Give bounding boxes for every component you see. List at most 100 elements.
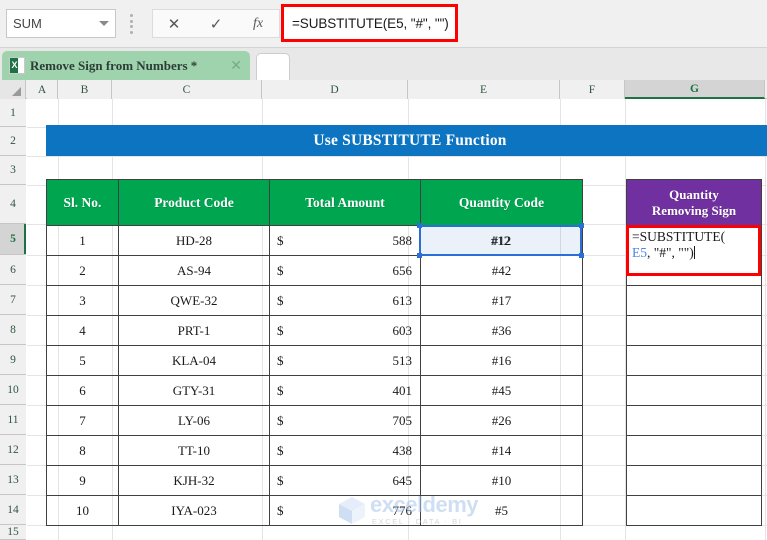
cell-total-amount[interactable]: $401	[270, 376, 421, 406]
cell-product-code[interactable]: KLA-04	[119, 346, 270, 376]
cell-quantity-code[interactable]: #26	[421, 406, 583, 436]
result-cell[interactable]	[627, 406, 762, 436]
formula-entry-cell[interactable]: =SUBSTITUTE( E5, "#", "")	[626, 225, 761, 276]
cell-product-code[interactable]: TT-10	[119, 436, 270, 466]
column-header-d[interactable]: D	[262, 80, 408, 99]
row-header-4[interactable]: 4	[0, 185, 26, 224]
workbook-tab-active[interactable]: Remove Sign from Numbers * ✕	[2, 51, 250, 80]
row-header-7[interactable]: 7	[0, 285, 26, 315]
column-header-g[interactable]: G	[625, 80, 765, 99]
table-row[interactable]: 5KLA-04$513#16	[47, 346, 583, 376]
table-row[interactable]: 7LY-06$705#26	[47, 406, 583, 436]
column-header-a[interactable]: A	[27, 80, 58, 99]
cell-total-amount[interactable]: $438	[270, 436, 421, 466]
selection-handle-top-left[interactable]	[417, 223, 422, 228]
cell-sl-no[interactable]: 9	[47, 466, 119, 496]
cell-total-amount[interactable]: $656	[270, 256, 421, 286]
cell-product-code[interactable]: KJH-32	[119, 466, 270, 496]
cell-product-code[interactable]: AS-94	[119, 256, 270, 286]
result-cell-row[interactable]	[627, 316, 762, 346]
cell-total-amount[interactable]: $513	[270, 346, 421, 376]
row-header-15[interactable]: 15	[0, 525, 26, 540]
result-cell-row[interactable]	[627, 346, 762, 376]
cell-sl-no[interactable]: 10	[47, 496, 119, 526]
result-cell[interactable]	[627, 346, 762, 376]
cell-product-code[interactable]: QWE-32	[119, 286, 270, 316]
enter-icon[interactable]: ✓	[195, 10, 237, 37]
cell-quantity-code[interactable]: #14	[421, 436, 583, 466]
result-cell[interactable]	[627, 466, 762, 496]
cell-total-amount[interactable]: $645	[270, 466, 421, 496]
row-header-14[interactable]: 14	[0, 495, 26, 525]
selected-cell-e5[interactable]: #12	[419, 225, 582, 256]
row-header-9[interactable]: 9	[0, 345, 26, 375]
result-cell-row[interactable]	[627, 376, 762, 406]
result-cell-row[interactable]	[627, 466, 762, 496]
row-header-5[interactable]: 5	[0, 224, 26, 255]
cell-product-code[interactable]: LY-06	[119, 406, 270, 436]
formula-input-highlight[interactable]: =SUBSTITUTE(E5, "#", "")	[281, 4, 458, 42]
row-header-13[interactable]: 13	[0, 465, 26, 495]
cell-sl-no[interactable]: 1	[47, 226, 119, 256]
cell-product-code[interactable]: PRT-1	[119, 316, 270, 346]
row-header-2[interactable]: 2	[0, 127, 26, 156]
chevron-down-icon[interactable]	[99, 21, 109, 26]
table-row[interactable]: 4PRT-1$603#36	[47, 316, 583, 346]
select-all-corner[interactable]	[0, 80, 26, 99]
cell-quantity-code[interactable]: #36	[421, 316, 583, 346]
table-row[interactable]: 9KJH-32$645#10	[47, 466, 583, 496]
table-row[interactable]: 6GTY-31$401#45	[47, 376, 583, 406]
table-row[interactable]: 10IYA-023$776#5	[47, 496, 583, 526]
cell-product-code[interactable]: HD-28	[119, 226, 270, 256]
close-icon[interactable]: ✕	[228, 57, 244, 74]
cell-total-amount[interactable]: $776	[270, 496, 421, 526]
row-header-10[interactable]: 10	[0, 375, 26, 405]
name-box[interactable]: SUM	[6, 9, 116, 38]
row-header-3[interactable]: 3	[0, 156, 26, 185]
cancel-icon[interactable]: ✕	[153, 10, 195, 37]
result-cell[interactable]	[627, 316, 762, 346]
cell-quantity-code[interactable]: #16	[421, 346, 583, 376]
selection-handle-top-right[interactable]	[579, 223, 584, 228]
cell-sl-no[interactable]: 7	[47, 406, 119, 436]
result-cell[interactable]	[627, 286, 762, 316]
result-cell[interactable]	[627, 376, 762, 406]
column-header-c[interactable]: C	[112, 80, 262, 99]
table-row[interactable]: 2AS-94$656#42	[47, 256, 583, 286]
result-cell-row[interactable]	[627, 496, 762, 526]
column-header-b[interactable]: B	[58, 80, 112, 99]
cell-product-code[interactable]: GTY-31	[119, 376, 270, 406]
cell-quantity-code[interactable]: #5	[421, 496, 583, 526]
row-header-1[interactable]: 1	[0, 99, 26, 127]
cell-sl-no[interactable]: 3	[47, 286, 119, 316]
spreadsheet-grid[interactable]: Use SUBSTITUTE Function Sl. No. Product …	[27, 99, 767, 540]
cell-quantity-code[interactable]: #45	[421, 376, 583, 406]
cell-total-amount[interactable]: $588	[270, 226, 421, 256]
column-header-e[interactable]: E	[408, 80, 560, 99]
cell-sl-no[interactable]: 2	[47, 256, 119, 286]
cell-quantity-code[interactable]: #42	[421, 256, 583, 286]
cell-sl-no[interactable]: 5	[47, 346, 119, 376]
cell-quantity-code[interactable]: #17	[421, 286, 583, 316]
cell-quantity-code[interactable]: #10	[421, 466, 583, 496]
cell-sl-no[interactable]: 8	[47, 436, 119, 466]
insert-function-icon[interactable]: fx	[237, 10, 279, 37]
selection-handle-bottom-right[interactable]	[579, 253, 584, 258]
cell-sl-no[interactable]: 4	[47, 316, 119, 346]
cell-total-amount[interactable]: $705	[270, 406, 421, 436]
result-cell-row[interactable]	[627, 406, 762, 436]
table-row[interactable]: 3QWE-32$613#17	[47, 286, 583, 316]
row-header-6[interactable]: 6	[0, 255, 26, 285]
new-tab-button[interactable]	[256, 53, 290, 80]
column-header-f[interactable]: F	[560, 80, 625, 99]
result-cell-row[interactable]	[627, 436, 762, 466]
table-row[interactable]: 8TT-10$438#14	[47, 436, 583, 466]
selection-handle-bottom-left[interactable]	[417, 253, 422, 258]
result-cell[interactable]	[627, 436, 762, 466]
cell-product-code[interactable]: IYA-023	[119, 496, 270, 526]
row-header-11[interactable]: 11	[0, 405, 26, 435]
result-cell[interactable]	[627, 496, 762, 526]
cell-total-amount[interactable]: $613	[270, 286, 421, 316]
row-header-8[interactable]: 8	[0, 315, 26, 345]
cell-sl-no[interactable]: 6	[47, 376, 119, 406]
